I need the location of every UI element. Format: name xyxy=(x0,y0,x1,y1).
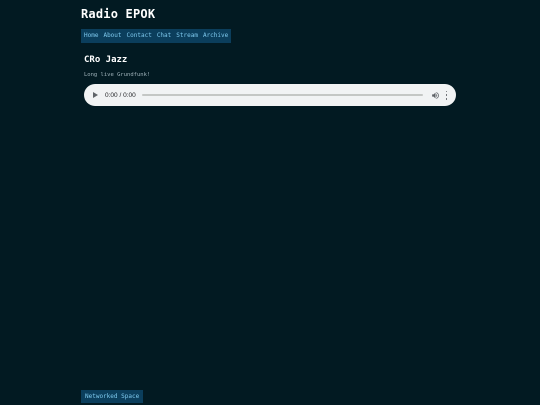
station-description: Long live Grundfunk! xyxy=(84,72,151,78)
more-options-icon[interactable] xyxy=(445,90,448,100)
main-nav: Home About Contact Chat Stream Archive xyxy=(81,29,232,43)
seek-bar[interactable] xyxy=(141,94,423,96)
footer-networked-space-link[interactable]: Networked Space xyxy=(81,390,144,403)
nav-archive-link[interactable]: Archive xyxy=(203,29,228,43)
volume-icon[interactable] xyxy=(431,91,440,100)
nav-chat-link[interactable]: Chat xyxy=(157,29,171,43)
nav-contact-link[interactable]: Contact xyxy=(127,29,152,43)
audio-player: 0:00 / 0:00 xyxy=(84,84,456,106)
time-display: 0:00 / 0:00 xyxy=(105,91,136,99)
site-title: Radio EPOK xyxy=(81,7,156,21)
nav-about-link[interactable]: About xyxy=(103,29,121,43)
station-name: CRo Jazz xyxy=(84,55,128,65)
nav-home-link[interactable]: Home xyxy=(84,29,98,43)
nav-stream-link[interactable]: Stream xyxy=(176,29,198,43)
play-icon[interactable] xyxy=(93,92,98,98)
